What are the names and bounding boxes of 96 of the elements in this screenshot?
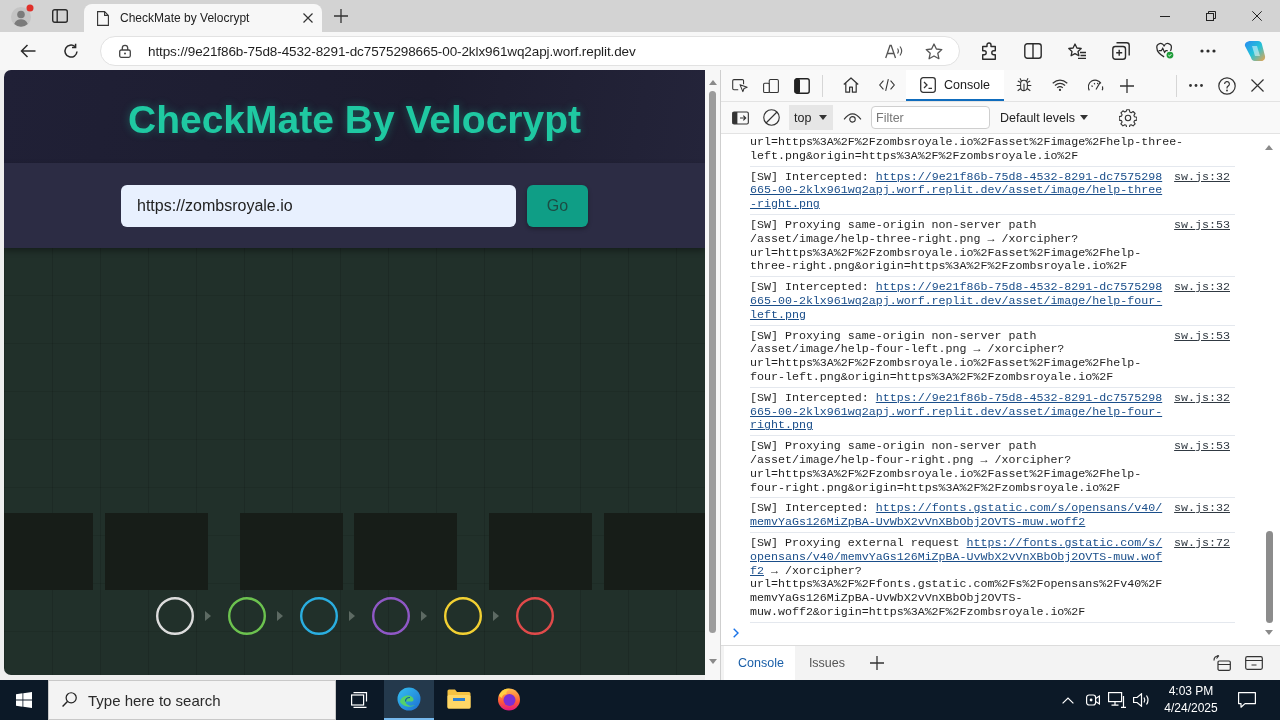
source-link[interactable]: sw.js:72	[1174, 535, 1230, 550]
camera-icon[interactable]	[1086, 692, 1100, 708]
more-icon[interactable]	[1189, 84, 1203, 87]
clock-time[interactable]: 4:03 PM	[1168, 683, 1214, 700]
console-message: [SW] Intercepted: https://fonts.gstatic.com/s/opensans/v40/memvYaGs126MiZpBA-UvWbX2vVnXBbObj2OVTS-muw.woff2	[750, 501, 1164, 529]
source-link[interactable]: sw.js:32	[1174, 169, 1230, 184]
new-tab-icon[interactable]	[334, 9, 348, 23]
refresh-icon[interactable]	[63, 43, 79, 59]
triangle-arrow-icon	[276, 611, 283, 621]
prompt-chevron-icon[interactable]	[733, 627, 739, 638]
scrollbar-thumb[interactable]	[709, 91, 716, 633]
caret-icon	[819, 115, 827, 120]
dock-icon[interactable]	[794, 77, 810, 94]
scroll-up-icon[interactable]	[1265, 145, 1273, 150]
gauge-icon	[1087, 76, 1104, 93]
inspect-icon[interactable]	[732, 77, 748, 94]
start-icon[interactable]	[16, 692, 32, 708]
drawer-tab[interactable]: Issues	[794, 646, 856, 680]
device-icon[interactable]	[763, 77, 779, 94]
drawer-tab[interactable]: Console	[724, 646, 795, 680]
code-icon	[878, 76, 895, 93]
puzzle-icon[interactable]	[980, 42, 998, 60]
source-link[interactable]: sw.js:32	[1174, 390, 1230, 405]
source-link[interactable]: sw.js:53	[1174, 328, 1230, 343]
speaker-icon[interactable]	[1133, 693, 1151, 707]
source-link[interactable]: sw.js:53	[1174, 218, 1230, 232]
console-message: [SW] Proxying same-origin non-server path /asset/image/help-four-left.png → /xorcipher?url=https%3A%2F%2Fzombsroyale.io%2Fasset%2Fimage%2Fhelp-four-left.png&origin=https%3A%2F%2Fzombsroyale.io%2F	[750, 328, 1143, 384]
favorites-icon[interactable]	[1068, 42, 1086, 60]
more-icon[interactable]	[1200, 49, 1216, 53]
undock-icon[interactable]	[1213, 655, 1231, 671]
console-message: [SW] Proxying same-origin non-server path /asset/image/help-four-right.png → /xorcipher?url=https%3A%2F%2Fzombsroyale.io%2Fasset%2Fimage%2Fhelp-four-right.png&origin=https%3A%2F%2Fzombsroyale.io%2F	[750, 439, 1143, 495]
restore-icon[interactable]	[1206, 11, 1216, 21]
console-icon	[920, 76, 937, 93]
console-message: [SW] Intercepted: https://9e21f86b-75d8-4532-8291-dc7575298665-00-2klx961wq2apj.worf.replit.dev/asset/image/help-three-right.png	[750, 169, 1164, 211]
devtools-tab[interactable]: Console	[906, 70, 1004, 101]
scroll-down-icon[interactable]	[1265, 630, 1273, 635]
triangle-arrow-icon	[348, 611, 355, 621]
console-message: url=https%3A%2F%2Fzombsroyale.io%2Fasset%2Fimage%2Fhelp-three-left.png&origin=https%3A%2F%2Fzombsroyale.io%2F	[750, 135, 1185, 163]
close-icon[interactable]	[303, 13, 313, 23]
bug-icon	[1015, 76, 1032, 93]
source-link[interactable]: sw.js:32	[1174, 501, 1230, 516]
fox-app-icon	[497, 687, 521, 711]
task-view-icon[interactable]	[351, 692, 369, 708]
scrollbar-thumb[interactable]	[1265, 531, 1273, 623]
favorite-star-icon[interactable]	[925, 42, 943, 60]
back-arrow-icon[interactable]	[20, 44, 36, 58]
context-dropdown[interactable]: top	[789, 105, 833, 130]
page-icon	[97, 10, 109, 26]
triangle-arrow-icon	[204, 611, 211, 621]
levels-dropdown[interactable]: Default levels	[1000, 110, 1089, 125]
eye-icon[interactable]	[843, 112, 862, 123]
source-link[interactable]: sw.js:53	[1174, 439, 1230, 453]
help-icon[interactable]	[1218, 76, 1236, 95]
filter-field[interactable]: Filter	[871, 106, 990, 129]
chevron-up-icon[interactable]	[1062, 696, 1074, 704]
search-icon	[62, 692, 77, 707]
console-message: [SW] Proxying external request https://fonts.gstatic.com/s/opensans/v40/memvYaGs126MiZpBA-UvWbX2vVnXBbObj2OVTS-muw.woff2 → /xorcipher?url=https%3A%2F%2Ffonts.gstatic.com%2Fs%2Fopensans%2Fv40%2FmemvYaGs126MiZpBA-UvWbX2vVnXBbObj2OVTS-muw.woff2&origin=https%3A%2F%2Fzombsroyale.io%2F	[750, 535, 1164, 619]
assistant-logo-icon[interactable]	[1244, 40, 1266, 62]
close-icon[interactable]	[1252, 11, 1262, 21]
network-icon[interactable]	[1108, 692, 1126, 708]
browser-tab[interactable]: CheckMate by Velocrypt	[84, 4, 322, 32]
plus-icon[interactable]	[1120, 78, 1134, 93]
scrollbar[interactable]	[705, 70, 720, 680]
clear-icon[interactable]	[763, 109, 780, 126]
triangle-arrow-icon	[492, 611, 499, 621]
plus-icon[interactable]	[870, 656, 884, 670]
source-link[interactable]: sw.js:32	[1174, 280, 1230, 294]
url-input[interactable]: https://zombsroyale.io	[121, 184, 516, 227]
close-icon[interactable]	[1251, 79, 1264, 92]
page-title: CheckMate By Velocrypt	[128, 96, 581, 142]
sidebar-icon[interactable]	[732, 110, 749, 125]
console-message: [SW] Intercepted: https://9e21f86b-75d8-4532-8291-dc7575298665-00-2klx961wq2apj.worf.replit.dev/asset/image/help-four-right.png	[750, 390, 1164, 433]
console-message: [SW] Proxying same-origin non-server path /asset/image/help-three-right.png → /xorcipher?url=https%3A%2F%2Fzombsroyale.io%2Fasset%2Fimage%2Fhelp-three-right.png&origin=https%3A%2F%2Fzombsroyale.io%2F	[750, 218, 1143, 274]
caret-icon	[1080, 115, 1089, 120]
triangle-arrow-icon	[420, 611, 427, 621]
notification-icon[interactable]	[1238, 692, 1256, 708]
collections-icon[interactable]	[1112, 42, 1130, 60]
taskbar-app[interactable]	[384, 680, 434, 720]
folder-icon	[447, 689, 471, 709]
settings-icon[interactable]	[1119, 108, 1138, 127]
tab-actions-icon[interactable]	[52, 9, 68, 23]
panel-icon[interactable]	[1245, 656, 1263, 670]
address-field[interactable]: https://9e21f86b-75d8-4532-8291-dc7575298665-00-2klx961wq2apj.worf.replit.dev	[100, 36, 960, 66]
lock-icon[interactable]	[119, 44, 131, 58]
heart-pulse-icon[interactable]	[1156, 42, 1174, 60]
browser-app-icon	[397, 687, 421, 711]
scroll-up-icon[interactable]	[708, 80, 717, 85]
split-screen-icon[interactable]	[1024, 42, 1042, 60]
clock-date[interactable]: 4/24/2025	[1164, 700, 1218, 717]
taskbar-search-field[interactable]: Type here to search	[48, 680, 336, 720]
minimize-icon[interactable]	[1160, 15, 1170, 17]
home-icon	[842, 76, 859, 93]
read-aloud-icon[interactable]	[885, 43, 903, 59]
console-message: [SW] Intercepted: https://9e21f86b-75d8-4532-8291-dc7575298665-00-2klx961wq2apj.worf.replit.dev/asset/image/help-four-left.png	[750, 280, 1164, 322]
scroll-down-icon[interactable]	[708, 659, 717, 664]
profile-avatar-icon[interactable]	[10, 4, 34, 28]
